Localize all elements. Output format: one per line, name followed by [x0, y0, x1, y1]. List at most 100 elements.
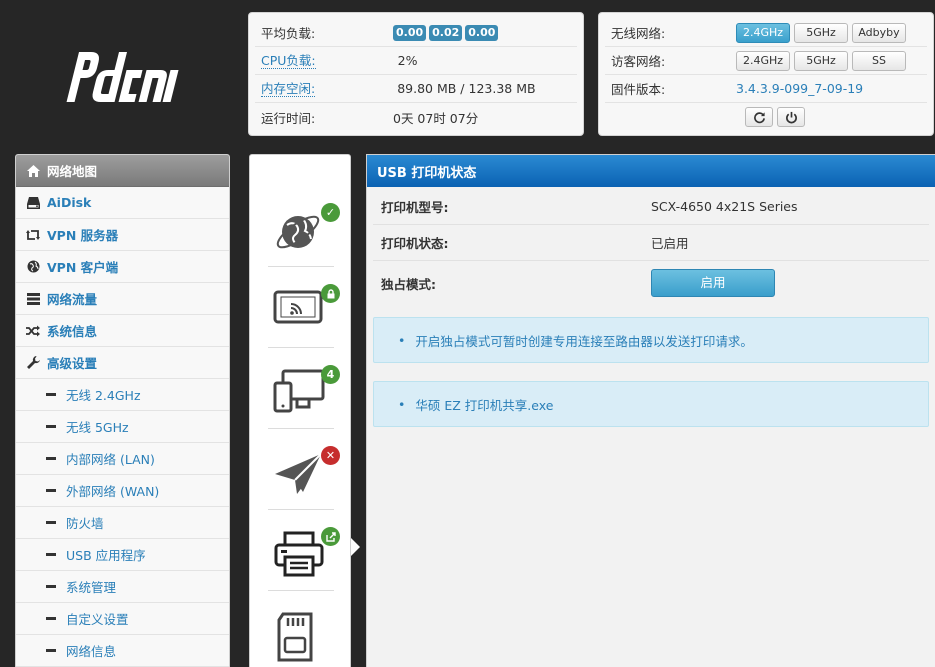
home-icon — [26, 164, 40, 178]
printer-status-value: 已启用 — [651, 236, 689, 251]
guest-5ghz-button[interactable]: 5GHz — [794, 50, 848, 71]
wireless-lock-icon — [321, 284, 340, 303]
sdcard-tile[interactable] — [268, 592, 334, 667]
wireless-24ghz-button[interactable]: 2.4GHz — [736, 22, 790, 43]
exclusive-mode-note: • 开启独占模式可暂时创建专用连接至路由器以发送打印请求。 — [373, 317, 929, 363]
sidebar-subitem-lan[interactable]: 内部网络 (LAN) — [16, 443, 229, 475]
cpu-load-link[interactable]: CPU负载: — [261, 53, 316, 69]
sidebar-subitem-admin[interactable]: 系统管理 — [16, 571, 229, 603]
sidebar-subitem-net-info[interactable]: 网络信息 — [16, 635, 229, 667]
load-badge-2: 0.02 — [429, 25, 463, 41]
firmware-version-link[interactable]: 3.4.3.9-099_7-09-19 — [736, 81, 863, 96]
brand-logo — [66, 52, 179, 102]
dash-icon — [46, 649, 56, 652]
printer-model-value: SCX-4650 4x21S Series — [651, 199, 798, 214]
cpu-row: CPU负载: 2% — [255, 47, 577, 75]
sidebar-subitem-label: 网络信息 — [66, 644, 117, 659]
printer-status-content: USB 打印机状态 打印机型号: SCX-4650 4x21S Series 打… — [366, 154, 935, 667]
cpu-load-value: 2% — [397, 53, 418, 68]
dash-icon — [46, 425, 56, 428]
printer-share-note: • 华硕 EZ 打印机共享.exe — [373, 381, 929, 427]
sidebar-subitem-wireless-24[interactable]: 无线 2.4GHz — [16, 379, 229, 411]
sidebar-item-label: 高级设置 — [47, 356, 98, 371]
exclusive-mode-row: 独占模式: 启用 — [373, 261, 929, 305]
load-badge-3: 0.00 — [465, 25, 499, 41]
sidebar-item-label: VPN 服务器 — [47, 228, 119, 243]
sidebar-menu: 网络地图 AiDisk VPN 服务器 VPN 客户端 网络流量 系统信息 高级… — [15, 154, 230, 667]
enable-button[interactable]: 启用 — [651, 269, 775, 297]
load-row: 平均负载: 0.00 0.02 0.00 — [255, 19, 577, 47]
printer-icon — [274, 531, 324, 577]
memory-free-value: 89.80 MB / 123.38 MB — [397, 81, 536, 96]
sidebar-item-label: AiDisk — [47, 195, 92, 210]
ss-button[interactable]: SS — [852, 50, 906, 71]
clients-tile[interactable]: 4 — [268, 349, 340, 429]
sidebar-subitem-firewall[interactable]: 防火墙 — [16, 507, 229, 539]
sidebar-subitem-wan[interactable]: 外部网络 (WAN) — [16, 475, 229, 507]
clients-count-badge: 4 — [321, 365, 340, 384]
printer-model-label: 打印机型号: — [381, 200, 449, 215]
power-button[interactable] — [777, 107, 805, 127]
guest-24ghz-button[interactable]: 2.4GHz — [736, 50, 790, 71]
sidebar-item-vpn-server[interactable]: VPN 服务器 — [16, 219, 229, 251]
dash-icon — [46, 553, 56, 556]
firmware-row: 固件版本: 3.4.3.9-099_7-09-19 — [605, 75, 927, 103]
sidebar-item-vpn-client[interactable]: VPN 客户端 — [16, 251, 229, 283]
sidebar-item-traffic[interactable]: 网络流量 — [16, 283, 229, 315]
active-tile-caret — [351, 538, 360, 556]
memory-free-link[interactable]: 内存空闲: — [261, 81, 316, 97]
uptime-label: 运行时间: — [261, 110, 316, 126]
bullet-icon: • — [398, 396, 406, 412]
exclusive-mode-label: 独占模式: — [381, 276, 436, 292]
wireless-5ghz-button[interactable]: 5GHz — [794, 22, 848, 43]
wireless-label: 无线网络: — [611, 26, 666, 41]
guest-row: 访客网络: 2.4GHz 5GHz SS — [605, 47, 927, 75]
firmware-label: 固件版本: — [611, 82, 666, 97]
sidebar-subitem-label: 无线 5GHz — [66, 420, 129, 435]
load-values: 0.00 0.02 0.00 — [393, 24, 501, 41]
sidebar-subitem-label: 系统管理 — [66, 580, 117, 595]
printer-share-icon — [321, 527, 340, 546]
paper-plane-icon — [275, 453, 322, 494]
printer-status-row: 打印机状态: 已启用 — [373, 225, 929, 261]
content-title: USB 打印机状态 — [367, 155, 935, 187]
sidebar-item-network-map[interactable]: 网络地图 — [16, 155, 229, 187]
adbyby-button[interactable]: Adbyby — [852, 22, 906, 43]
sidebar-subitem-wireless-5[interactable]: 无线 5GHz — [16, 411, 229, 443]
uptime-value: 0天 07时 07分 — [393, 110, 479, 126]
refresh-button[interactable] — [745, 107, 773, 127]
internet-tile[interactable]: ✓ — [268, 187, 340, 267]
sidebar-subitem-usb-apps[interactable]: USB 应用程序 — [16, 539, 229, 571]
printer-info: 打印机型号: SCX-4650 4x21S Series 打印机状态: 已启用 … — [367, 187, 935, 307]
sidebar-item-label: 系统信息 — [47, 324, 98, 339]
sidebar-subitem-label: USB 应用程序 — [66, 548, 146, 563]
printer-model-row: 打印机型号: SCX-4650 4x21S Series — [373, 189, 929, 225]
printer-share-link[interactable]: 华硕 EZ 打印机共享.exe — [415, 395, 553, 414]
dash-icon — [46, 585, 56, 588]
vpn-tile[interactable]: ✕ — [268, 430, 340, 510]
sidebar-item-aidisk[interactable]: AiDisk — [16, 187, 229, 219]
sd-card-icon — [277, 612, 313, 662]
sidebar-subitem-label: 防火墙 — [66, 516, 104, 531]
load-label: 平均负载: — [261, 26, 316, 41]
bullet-icon: • — [398, 332, 406, 348]
wrench-icon — [26, 356, 40, 370]
network-status-panel: 无线网络: 2.4GHz 5GHz Adbyby 访客网络: 2.4GHz 5GHz S… — [598, 12, 934, 136]
actions-row — [605, 103, 927, 131]
vpn-error-icon: ✕ — [321, 446, 340, 465]
sidebar-item-advanced[interactable]: 高级设置 — [16, 347, 229, 379]
sidebar-subitem-label: 外部网络 (WAN) — [66, 484, 160, 499]
internet-ok-icon: ✓ — [321, 203, 340, 222]
exclusive-mode-note-text: 开启独占模式可暂时创建专用连接至路由器以发送打印请求。 — [415, 333, 753, 349]
dash-icon — [46, 521, 56, 524]
sidebar-subitem-label: 自定义设置 — [66, 612, 129, 627]
sidebar-subitem-custom[interactable]: 自定义设置 — [16, 603, 229, 635]
devices-icon — [273, 369, 325, 413]
wireless-row: 无线网络: 2.4GHz 5GHz Adbyby — [605, 19, 927, 47]
sidebar-item-system-info[interactable]: 系统信息 — [16, 315, 229, 347]
power-icon — [786, 111, 797, 124]
dash-icon — [46, 617, 56, 620]
sidebar-item-label: VPN 客户端 — [47, 260, 119, 275]
printer-tile[interactable] — [268, 511, 340, 591]
wireless-tile[interactable] — [268, 268, 340, 348]
